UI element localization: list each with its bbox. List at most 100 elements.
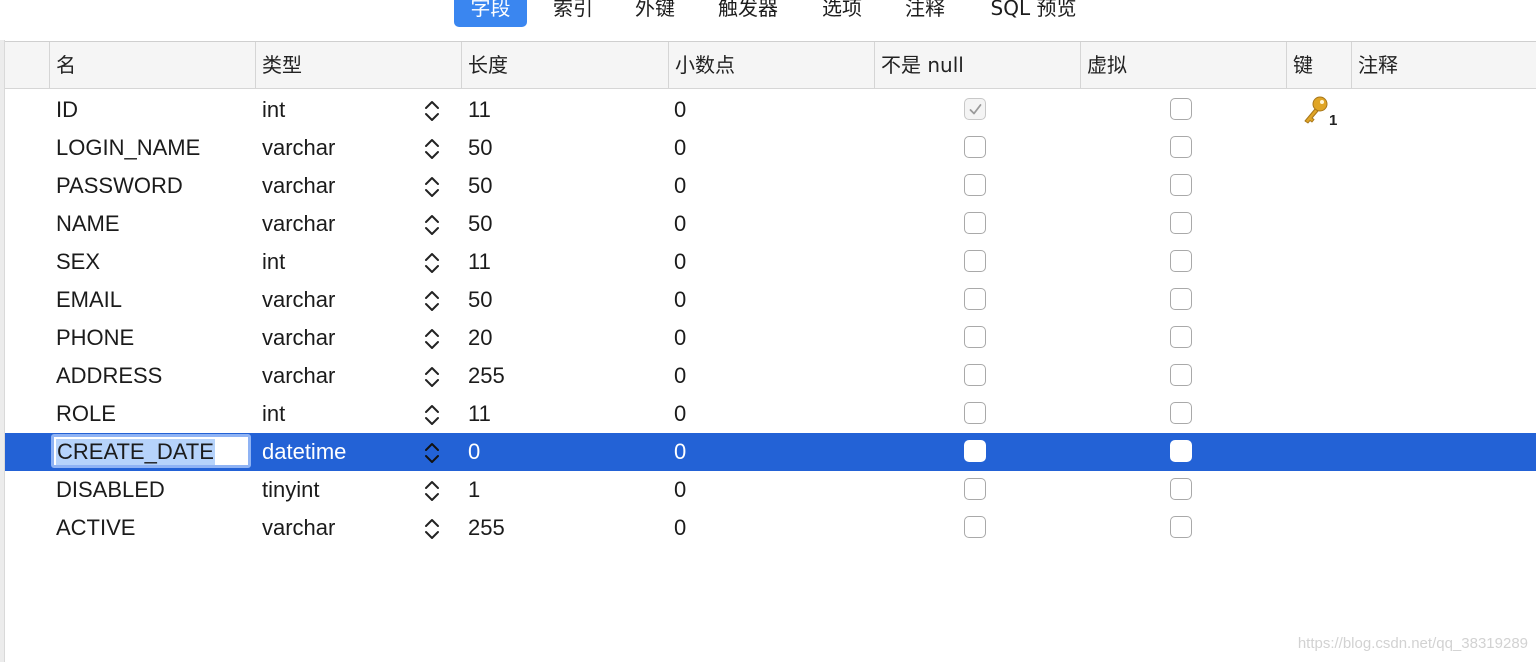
not-null-checkbox[interactable] — [964, 250, 986, 272]
field-type[interactable]: varchar — [262, 319, 335, 357]
table-row[interactable]: PASSWORD varchar 50 0 — [5, 167, 1536, 205]
table-row-selected[interactable]: CREATE_DATE datetime 0 0 — [5, 433, 1536, 471]
field-length[interactable]: 11 — [468, 91, 491, 129]
not-null-checkbox[interactable] — [964, 174, 986, 196]
virtual-checkbox[interactable] — [1170, 516, 1192, 538]
tab-comments[interactable]: 注释 — [894, 0, 956, 27]
column-header-name[interactable]: 名 — [49, 42, 255, 88]
field-decimals[interactable]: 0 — [674, 281, 686, 319]
field-type[interactable]: varchar — [262, 129, 335, 167]
table-row[interactable]: DISABLED tinyint 1 0 — [5, 471, 1536, 509]
field-name[interactable]: EMAIL — [56, 281, 122, 319]
tab-indexes[interactable]: 索引 — [542, 0, 604, 27]
virtual-checkbox[interactable] — [1170, 136, 1192, 158]
table-row[interactable]: PHONE varchar 20 0 — [5, 319, 1536, 357]
key-icon[interactable]: 1 — [1301, 95, 1341, 127]
field-type[interactable]: tinyint — [262, 471, 319, 509]
column-header-key[interactable]: 键 — [1286, 42, 1351, 88]
field-length[interactable]: 50 — [468, 167, 492, 205]
up-down-stepper-icon[interactable] — [423, 213, 441, 237]
tab-options[interactable]: 选项 — [811, 0, 873, 27]
field-name[interactable]: ID — [56, 91, 78, 129]
field-name[interactable]: PHONE — [56, 319, 134, 357]
field-decimals[interactable]: 0 — [674, 205, 686, 243]
field-length[interactable]: 255 — [468, 509, 505, 547]
virtual-checkbox[interactable] — [1170, 364, 1192, 386]
up-down-stepper-icon[interactable] — [423, 517, 441, 541]
virtual-checkbox[interactable] — [1170, 440, 1192, 462]
not-null-checkbox[interactable] — [964, 478, 986, 500]
field-length[interactable]: 11 — [468, 395, 491, 433]
table-row[interactable]: ADDRESS varchar 255 0 — [5, 357, 1536, 395]
field-decimals[interactable]: 0 — [674, 319, 686, 357]
not-null-checkbox[interactable] — [964, 326, 986, 348]
field-type[interactable]: varchar — [262, 509, 335, 547]
field-decimals[interactable]: 0 — [674, 395, 686, 433]
up-down-stepper-icon[interactable] — [423, 175, 441, 199]
field-decimals[interactable]: 0 — [674, 243, 686, 281]
field-type[interactable]: varchar — [262, 357, 335, 395]
field-length[interactable]: 50 — [468, 205, 492, 243]
field-decimals[interactable]: 0 — [674, 129, 686, 167]
table-row[interactable]: ID int 11 0 1 — [5, 91, 1536, 129]
field-name[interactable]: LOGIN_NAME — [56, 129, 200, 167]
field-type[interactable]: varchar — [262, 205, 335, 243]
not-null-checkbox[interactable] — [964, 516, 986, 538]
not-null-checkbox[interactable] — [964, 288, 986, 310]
field-length[interactable]: 50 — [468, 281, 492, 319]
table-row[interactable]: ACTIVE varchar 255 0 — [5, 509, 1536, 547]
column-header-virtual[interactable]: 虚拟 — [1080, 42, 1286, 88]
field-name[interactable]: ACTIVE — [56, 509, 135, 547]
field-name[interactable]: ROLE — [56, 395, 116, 433]
field-length[interactable]: 0 — [468, 433, 480, 471]
field-name[interactable]: PASSWORD — [56, 167, 183, 205]
virtual-checkbox[interactable] — [1170, 326, 1192, 348]
not-null-checkbox[interactable] — [964, 98, 986, 120]
field-type[interactable]: varchar — [262, 167, 335, 205]
field-decimals[interactable]: 0 — [674, 509, 686, 547]
tab-fields[interactable]: 字段 — [454, 0, 527, 27]
field-type[interactable]: int — [262, 91, 285, 129]
up-down-stepper-icon[interactable] — [423, 327, 441, 351]
field-decimals[interactable]: 0 — [674, 433, 686, 471]
up-down-stepper-icon[interactable] — [423, 479, 441, 503]
field-length[interactable]: 50 — [468, 129, 492, 167]
virtual-checkbox[interactable] — [1170, 212, 1192, 234]
field-type[interactable]: int — [262, 395, 285, 433]
table-row[interactable]: NAME varchar 50 0 — [5, 205, 1536, 243]
field-name[interactable]: SEX — [56, 243, 100, 281]
field-name[interactable]: NAME — [56, 205, 120, 243]
not-null-checkbox[interactable] — [964, 402, 986, 424]
table-row[interactable]: ROLE int 11 0 — [5, 395, 1536, 433]
table-row[interactable]: EMAIL varchar 50 0 — [5, 281, 1536, 319]
up-down-stepper-icon[interactable] — [423, 137, 441, 161]
up-down-stepper-icon[interactable] — [423, 403, 441, 427]
field-decimals[interactable]: 0 — [674, 167, 686, 205]
column-header-length[interactable]: 长度 — [461, 42, 668, 88]
not-null-checkbox[interactable] — [964, 440, 986, 462]
virtual-checkbox[interactable] — [1170, 174, 1192, 196]
up-down-stepper-icon[interactable] — [423, 365, 441, 389]
up-down-stepper-icon[interactable] — [423, 289, 441, 313]
column-header-decimals[interactable]: 小数点 — [668, 42, 874, 88]
virtual-checkbox[interactable] — [1170, 98, 1192, 120]
virtual-checkbox[interactable] — [1170, 250, 1192, 272]
up-down-stepper-icon[interactable] — [423, 251, 441, 275]
field-type[interactable]: varchar — [262, 281, 335, 319]
virtual-checkbox[interactable] — [1170, 478, 1192, 500]
table-row[interactable]: SEX int 11 0 — [5, 243, 1536, 281]
tab-triggers[interactable]: 触发器 — [706, 0, 790, 27]
field-length[interactable]: 255 — [468, 357, 505, 395]
virtual-checkbox[interactable] — [1170, 402, 1192, 424]
field-name[interactable]: ADDRESS — [56, 357, 162, 395]
not-null-checkbox[interactable] — [964, 212, 986, 234]
field-decimals[interactable]: 0 — [674, 91, 686, 129]
field-length[interactable]: 11 — [468, 243, 491, 281]
field-decimals[interactable]: 0 — [674, 357, 686, 395]
up-down-stepper-icon[interactable] — [423, 99, 441, 123]
virtual-checkbox[interactable] — [1170, 288, 1192, 310]
field-type[interactable]: datetime — [262, 433, 346, 471]
column-header-type[interactable]: 类型 — [255, 42, 461, 88]
field-type[interactable]: int — [262, 243, 285, 281]
field-name-editor[interactable]: CREATE_DATE — [51, 434, 251, 468]
